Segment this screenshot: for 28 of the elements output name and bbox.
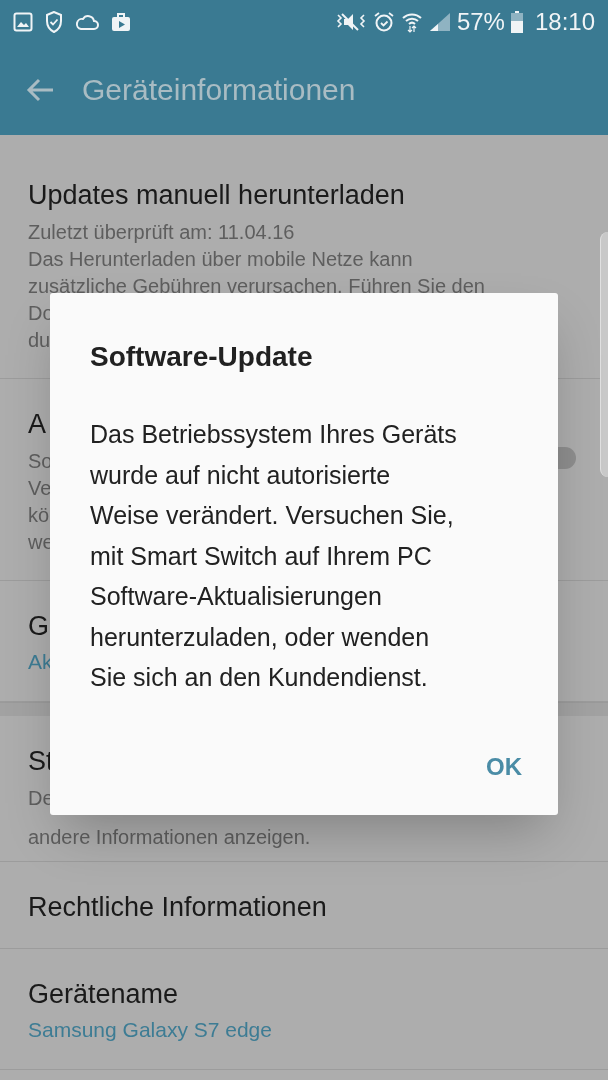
setting-value: Samsung Galaxy S7 edge bbox=[28, 1017, 272, 1043]
setting-title[interactable]: Rechtliche Informationen bbox=[28, 890, 580, 924]
ok-button[interactable]: OK bbox=[484, 749, 524, 785]
setting-title[interactable]: Updates manuell herunterladen bbox=[28, 178, 580, 212]
gallery-icon bbox=[13, 12, 33, 32]
play-bag-icon bbox=[111, 12, 131, 32]
setting-summary: zusätzliche Gebühren verursachen. Führen Sie den bbox=[28, 274, 485, 299]
battery-icon bbox=[510, 11, 523, 33]
setting-title[interactable]: Gerätename bbox=[28, 977, 580, 1011]
dialog-title: Software-Update bbox=[90, 340, 314, 374]
cloud-icon bbox=[75, 14, 99, 30]
wifi-icon bbox=[400, 11, 423, 33]
vibrate-mute-icon bbox=[334, 11, 367, 33]
dialog-message: Das Betriebssystem Ihres Geräts wurde auf nicht autorisierte Weise verändert. Versuchen Sie, mit Smart Switch auf Ihrem PC Software-Aktualisierungen herunterzuladen, oder wenden Sie sich an den Kundendienst. bbox=[90, 419, 458, 693]
setting-summary: Das Herunterladen über mobile Netze kann bbox=[28, 247, 413, 272]
setting-summary: andere Informationen anzeigen. bbox=[28, 825, 311, 850]
clock-time: 18:10 bbox=[534, 10, 595, 34]
signal-icon bbox=[428, 12, 451, 32]
battery-percent: 57% bbox=[456, 10, 505, 34]
setting-summary: Ve bbox=[28, 476, 52, 501]
setting-summary: kö bbox=[28, 503, 50, 528]
edge-panel-handle[interactable] bbox=[600, 232, 608, 477]
setting-summary: Zuletzt überprüft am: 11.04.16 bbox=[28, 220, 295, 245]
setting-summary: du bbox=[28, 328, 51, 353]
back-arrow-icon[interactable] bbox=[26, 77, 54, 102]
screen-title: Geräteinformationen bbox=[82, 72, 356, 108]
shield-check-icon bbox=[45, 11, 63, 33]
alarm-icon bbox=[372, 11, 395, 33]
